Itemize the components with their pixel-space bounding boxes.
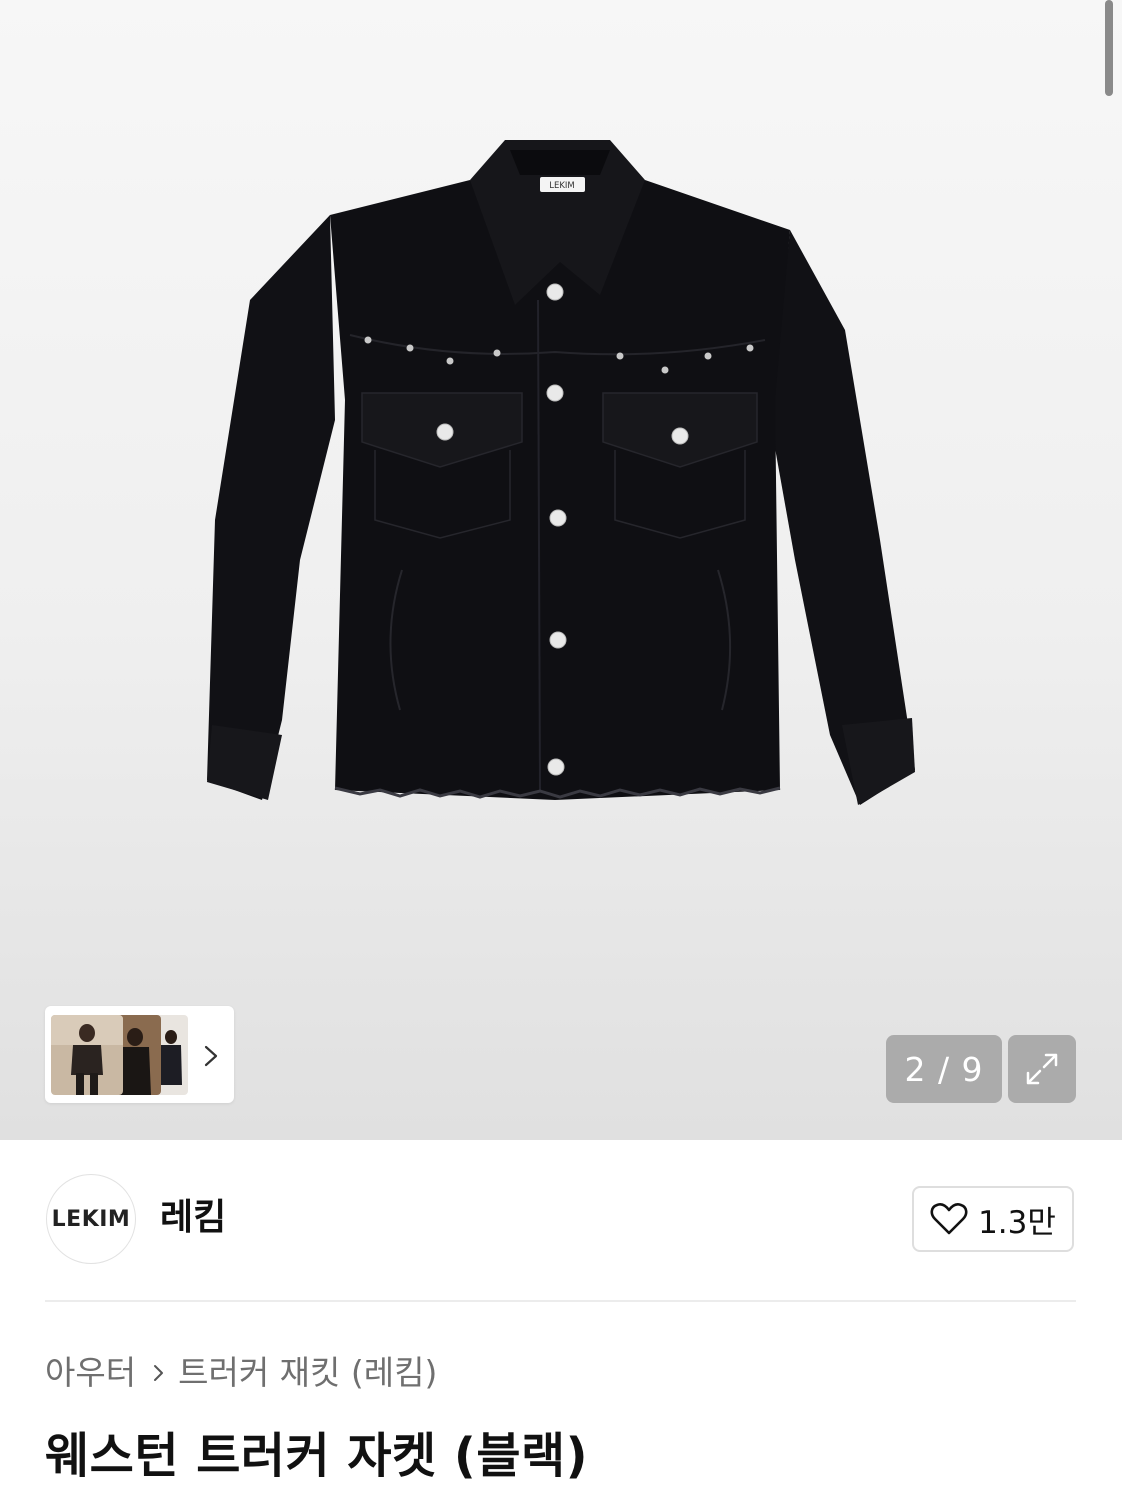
breadcrumb-subcategory[interactable]: 트러커 재킷 (레킴) — [178, 1350, 437, 1396]
model-photo-icon — [51, 1015, 123, 1095]
thumbnail-image[interactable] — [51, 1015, 123, 1095]
product-title: 웨스턴 트러커 자켓 (블랙) — [45, 1428, 589, 1484]
product-image: LEKIM — [207, 140, 915, 805]
heart-icon — [930, 1203, 968, 1235]
divider — [45, 1300, 1076, 1302]
brand-logo[interactable]: LEKIM — [46, 1174, 136, 1264]
product-image-gallery[interactable]: LEKIM 2 / 9 — [0, 0, 1122, 1140]
like-button[interactable]: 1.3만 — [912, 1186, 1074, 1252]
breadcrumb: 아우터 트러커 재킷 (레킴) — [45, 1350, 437, 1396]
chevron-right-icon — [152, 1362, 166, 1384]
fullscreen-button[interactable] — [1008, 1035, 1076, 1103]
brand-name[interactable]: 레킴 — [160, 1194, 226, 1242]
brand-logo-text: LEKIM — [51, 1206, 131, 1232]
image-counter-text: 2 / 9 — [904, 1049, 984, 1089]
like-count: 1.3만 — [978, 1204, 1056, 1241]
jacket-label-text: LEKIM — [549, 181, 575, 191]
expand-icon — [1026, 1053, 1058, 1085]
breadcrumb-category[interactable]: 아우터 — [45, 1350, 136, 1396]
image-counter: 2 / 9 — [886, 1035, 1002, 1103]
scrollbar[interactable] — [1105, 0, 1113, 96]
chevron-right-icon[interactable] — [200, 1043, 222, 1069]
